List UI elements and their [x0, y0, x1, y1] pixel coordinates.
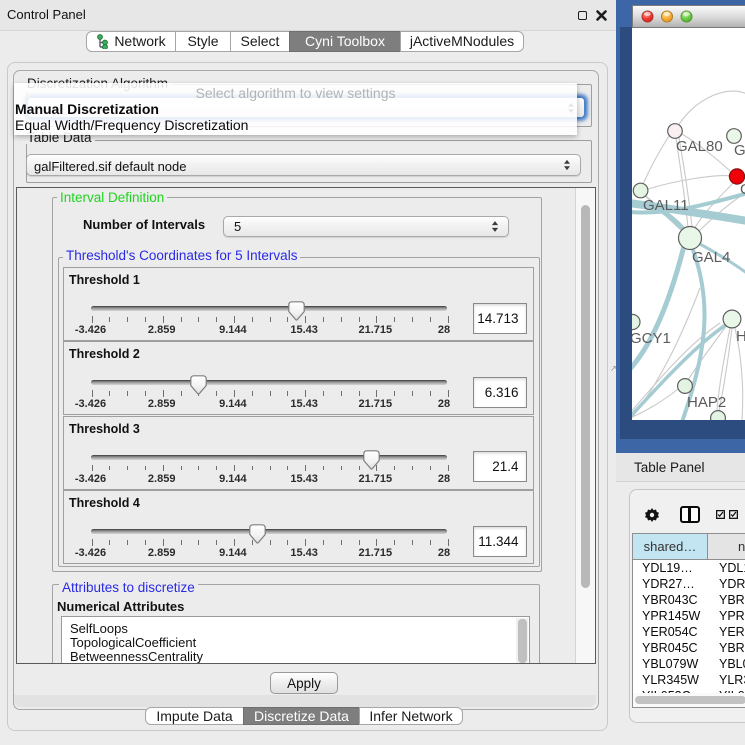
svg-text:GAL80: GAL80 [676, 138, 723, 155]
svg-text:H: H [736, 328, 745, 345]
svg-text:GCY1: GCY1 [632, 330, 671, 347]
svg-text:GAL4: GAL4 [692, 249, 730, 266]
svg-text:GA: GA [734, 142, 745, 159]
svg-text:GAL11: GAL11 [643, 197, 689, 214]
svg-text:HAP2: HAP2 [687, 394, 726, 411]
svg-text:G: G [740, 181, 745, 198]
